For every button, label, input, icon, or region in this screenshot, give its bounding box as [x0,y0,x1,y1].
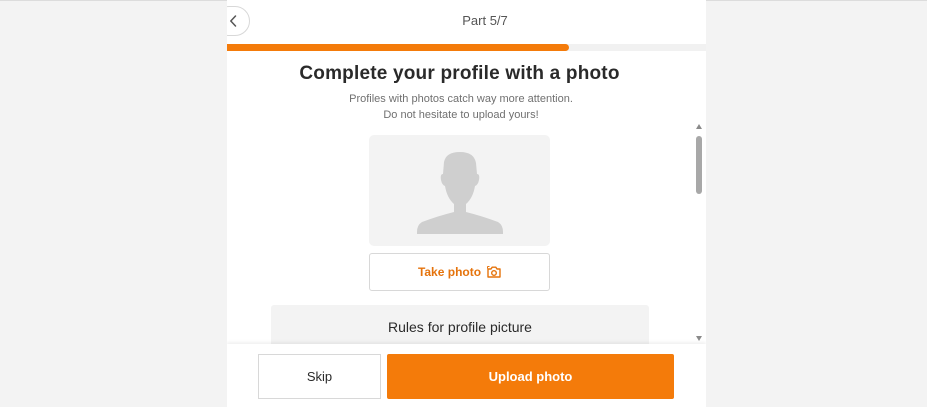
scroll-content[interactable]: Complete your profile with a photo Profi… [227,51,706,344]
scroll-down-arrow-icon[interactable] [696,336,702,341]
photo-placeholder[interactable] [369,135,550,246]
step-indicator: Part 5/7 [462,13,508,28]
progress-bar [227,44,706,51]
upload-photo-button[interactable]: Upload photo [387,354,674,399]
skip-button[interactable]: Skip [258,354,381,399]
progress-bar-fill [227,44,569,51]
scroll-up-arrow-icon[interactable] [696,124,702,129]
take-photo-label: Take photo [417,265,482,279]
profile-photo-card: Part 5/7 Complete your profile with a ph… [227,0,706,407]
rules-label: Rules for profile picture [388,319,532,335]
page-subtitle: Profiles with photos catch way more atte… [349,93,573,121]
rules-section[interactable]: Rules for profile picture [271,305,649,344]
header: Part 5/7 [227,0,706,46]
footer-actions: Skip Upload photo [227,344,706,407]
scrollbar[interactable] [693,124,706,343]
scrollbar-thumb[interactable] [696,136,702,194]
person-silhouette-icon [417,152,503,234]
camera-icon [487,266,501,278]
take-photo-button[interactable]: Take photo [369,253,550,291]
page-title: Complete your profile with a photo [299,63,620,84]
